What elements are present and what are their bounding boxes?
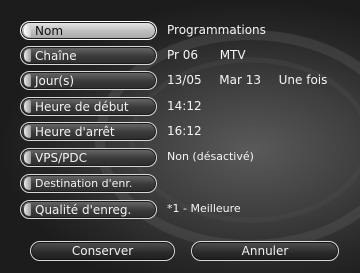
date-value: 13/05: [167, 73, 202, 87]
menu-item-label: Destination d'enr.: [35, 177, 133, 190]
menu-item-qualite[interactable]: Qualité d'enreg.: [20, 200, 157, 219]
menu-item-label: Jour(s): [35, 74, 75, 88]
menu-item-heure-debut[interactable]: Heure de début: [20, 97, 157, 116]
menu-item-destination[interactable]: Destination d'enr.: [20, 174, 157, 193]
channel-name: MTV: [219, 48, 246, 62]
value-chaine: Pr 06 MTV: [167, 47, 246, 63]
value-jours: 13/05 Mar 13 Une fois: [167, 72, 327, 88]
value-nom: Programmations: [167, 23, 266, 37]
menu-item-vps-pdc[interactable]: VPS/PDC: [20, 148, 157, 167]
menu-item-label: VPS/PDC: [35, 151, 87, 165]
menu-item-label: Chaîne: [35, 49, 77, 63]
weekday-value: Mar 13: [219, 73, 261, 87]
value-qualite: *1 - Meilleure: [167, 202, 241, 215]
menu-item-label: Heure d'arrêt: [35, 125, 115, 139]
menu-item-jours[interactable]: Jour(s): [20, 71, 157, 90]
menu-item-label: Nom: [35, 24, 64, 38]
menu-item-heure-arret[interactable]: Heure d'arrêt: [20, 122, 157, 141]
menu-item-nom[interactable]: Nom: [20, 21, 157, 40]
value-vps-pdc: Non (désactivé): [167, 150, 254, 163]
value-heure-arret: 16:12: [167, 124, 202, 138]
menu-item-label: Heure de début: [35, 100, 129, 114]
value-heure-debut: 14:12: [167, 99, 202, 113]
repeat-value: Une fois: [278, 73, 328, 87]
cancel-button[interactable]: Annuler: [191, 241, 339, 261]
channel-number: Pr 06: [167, 48, 199, 62]
menu-item-label: Qualité d'enreg.: [35, 203, 132, 217]
save-button[interactable]: Conserver: [30, 241, 175, 261]
menu-item-chaine[interactable]: Chaîne: [20, 46, 157, 65]
recording-settings-screen: Nom Programmations Chaîne Pr 06 MTV Jour…: [0, 0, 360, 273]
